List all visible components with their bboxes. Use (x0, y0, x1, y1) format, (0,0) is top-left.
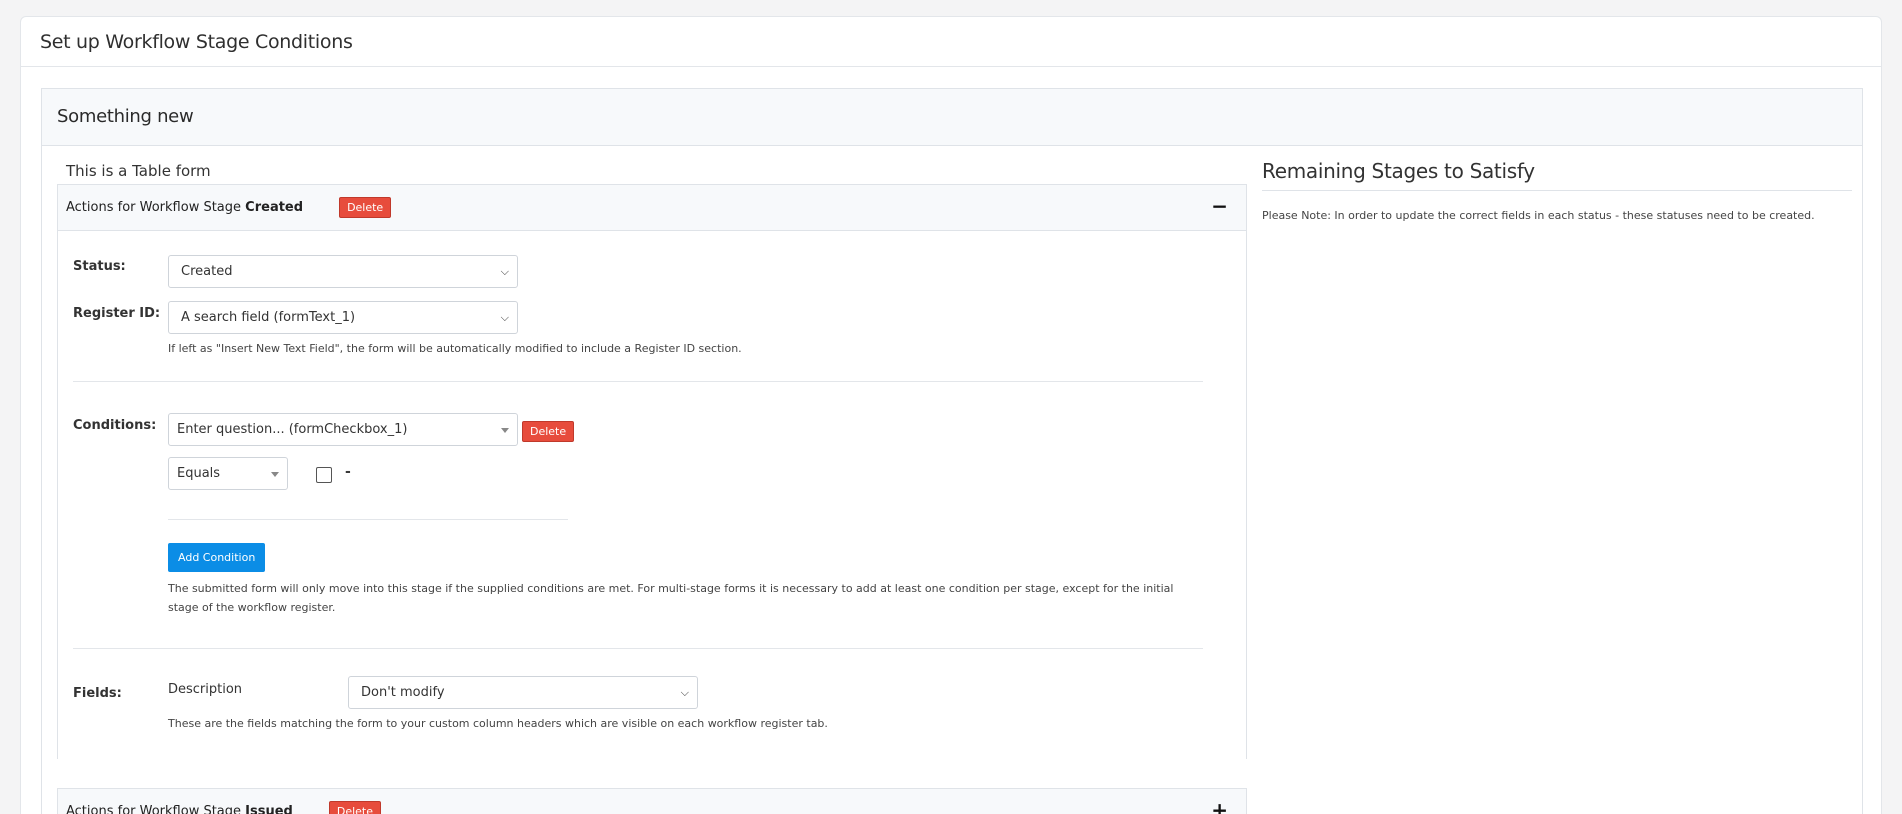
divider (73, 381, 1203, 382)
field-name: Description (168, 682, 243, 697)
status-select[interactable]: Created ⌵ (168, 255, 518, 288)
stages-column: This is a Table form Actions for Workflo… (57, 159, 1247, 759)
chevron-down-icon: ⌵ (680, 686, 689, 699)
stage-header-issued[interactable]: Actions for Workflow Stage Issued Delete… (57, 788, 1247, 814)
add-condition-button[interactable]: Add Condition (168, 543, 266, 572)
delete-stage-button[interactable]: Delete (339, 197, 392, 218)
condition-operator-select[interactable]: Equals (168, 457, 288, 490)
fields-help: These are the fields matching the form t… (168, 717, 828, 730)
register-id-help: If left as "Insert New Text Field", the … (168, 342, 742, 355)
fields-label: Fields: (73, 686, 122, 701)
stage-title: Actions for Workflow Stage Created (66, 200, 304, 215)
stage-header-created[interactable]: Actions for Workflow Stage Created Delet… (58, 185, 1246, 231)
conditions-label: Conditions: (73, 418, 157, 433)
remaining-stages-panel: Remaining Stages to Satisfy Please Note:… (1262, 159, 1852, 222)
delete-stage-button[interactable]: Delete (328, 800, 382, 814)
condition-divider (168, 519, 568, 520)
workflow-card: Something new This is a Table form Actio… (41, 88, 1863, 814)
register-id-select[interactable]: A search field (formText_1) ⌵ (168, 301, 518, 334)
condition-dash: - (345, 464, 351, 480)
stage-body-created: Status: Created ⌵ Register ID: A search … (58, 231, 1246, 759)
register-id-label: Register ID: (73, 306, 161, 321)
condition-question-select[interactable]: Enter question... (formCheckbox_1) (168, 413, 518, 446)
condition-value-checkbox[interactable] (316, 467, 332, 483)
delete-condition-button[interactable]: Delete (522, 421, 575, 442)
remaining-stages-note: Please Note: In order to update the corr… (1262, 209, 1815, 222)
chevron-down-icon: ⌵ (500, 265, 509, 278)
workflow-setup-card: Set up Workflow Stage Conditions Somethi… (20, 16, 1882, 814)
page-title: Set up Workflow Stage Conditions (21, 17, 1881, 67)
field-modify-select[interactable]: Don't modify ⌵ (348, 676, 698, 709)
stage-title: Actions for Workflow Stage Issued (66, 804, 293, 814)
form-type-text: This is a Table form (66, 162, 211, 180)
expand-icon[interactable]: + (1211, 798, 1228, 814)
stage-name: Created (245, 200, 304, 215)
caret-down-icon (501, 428, 509, 433)
stage-panel-created: Actions for Workflow Stage Created Delet… (57, 184, 1247, 759)
collapse-icon[interactable]: − (1211, 194, 1228, 218)
workflow-name: Something new (42, 89, 1862, 146)
chevron-down-icon: ⌵ (500, 311, 509, 324)
status-label: Status: (73, 259, 126, 274)
remaining-stages-title: Remaining Stages to Satisfy (1262, 159, 1852, 191)
stage-name: Issued (245, 803, 293, 814)
conditions-help: The submitted form will only move into t… (168, 582, 1174, 614)
caret-down-icon (271, 472, 279, 477)
divider (73, 648, 1203, 649)
